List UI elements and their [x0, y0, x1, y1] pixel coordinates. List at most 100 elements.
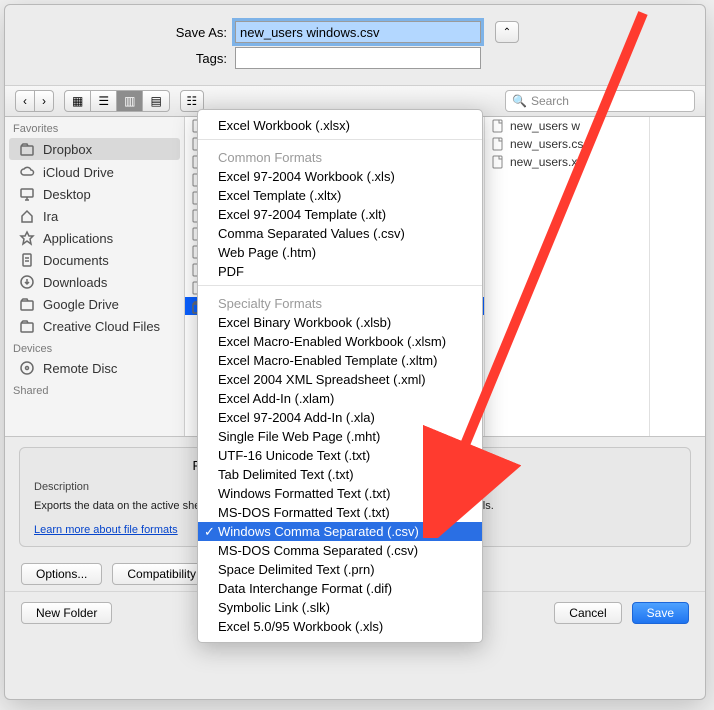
file-icon [491, 119, 505, 133]
view-icons-button[interactable]: ▦ [64, 90, 91, 112]
sidebar-item-downloads[interactable]: Downloads [5, 271, 184, 293]
format-option[interactable]: Windows Formatted Text (.txt) [198, 484, 482, 503]
folder-icon [19, 318, 35, 334]
learn-more-link[interactable]: Learn more about file formats [34, 524, 178, 536]
desktop-icon [19, 186, 35, 202]
columns-icon: ▥ [124, 94, 135, 108]
grid-icon: ▦ [72, 94, 83, 108]
folder-icon [19, 296, 35, 312]
cloud-icon [19, 164, 35, 180]
format-option[interactable]: Space Delimited Text (.prn) [198, 560, 482, 579]
disc-icon [19, 360, 35, 376]
save-dialog: Save As: ⌃ Tags: ‹ › ▦ ☰ ▥ ▤ ☷ 🔍 Search [4, 4, 706, 700]
downloads-icon [19, 274, 35, 290]
sidebar-item-desktop[interactable]: Desktop [5, 183, 184, 205]
sidebar-item-label: Downloads [43, 275, 107, 290]
sidebar-item-label: Google Drive [43, 297, 119, 312]
format-group-specialty: Specialty Formats [198, 290, 482, 313]
nav-back-button[interactable]: ‹ [15, 90, 35, 112]
sidebar-item-label: Dropbox [43, 142, 92, 157]
file-row[interactable]: new_users w [485, 117, 649, 135]
sidebar-item-applications[interactable]: Applications [5, 227, 184, 249]
sidebar: Favorites Dropbox iCloud Drive Desktop Ira A… [5, 117, 185, 436]
sidebar-item-google-drive[interactable]: Google Drive [5, 293, 184, 315]
sidebar-item-label: Ira [43, 209, 58, 224]
format-option[interactable]: Web Page (.htm) [198, 243, 482, 262]
format-option[interactable]: Data Interchange Format (.dif) [198, 579, 482, 598]
search-input[interactable]: 🔍 Search [505, 90, 695, 112]
header-fields: Save As: ⌃ Tags: [5, 5, 705, 85]
cancel-button[interactable]: Cancel [554, 602, 621, 624]
format-group-common: Common Formats [198, 144, 482, 167]
arrange-icon: ☷ [186, 94, 197, 108]
home-icon [19, 208, 35, 224]
apps-icon [19, 230, 35, 246]
collapse-button[interactable]: ⌃ [495, 21, 519, 43]
format-option[interactable]: Symbolic Link (.slk) [198, 598, 482, 617]
column-files-2: new_users w new_users.cs new_users.xl [485, 117, 650, 436]
search-placeholder: Search [531, 94, 569, 108]
file-name: new_users.cs [510, 137, 583, 151]
sidebar-item-creative-cloud-files[interactable]: Creative Cloud Files [5, 315, 184, 337]
sidebar-item-label: Remote Disc [43, 361, 117, 376]
view-list-button[interactable]: ☰ [91, 90, 117, 112]
nav-forward-button[interactable]: › [35, 90, 54, 112]
chevron-left-icon: ‹ [23, 94, 27, 108]
format-option[interactable]: Excel Binary Workbook (.xlsb) [198, 313, 482, 332]
view-coverflow-button[interactable]: ▤ [143, 90, 169, 112]
format-option[interactable]: PDF [198, 262, 482, 281]
sidebar-item-label: iCloud Drive [43, 165, 114, 180]
format-option[interactable]: Excel Template (.xltx) [198, 186, 482, 205]
format-dropdown[interactable]: Excel Workbook (.xlsx) Common Formats Ex… [197, 109, 483, 643]
format-option[interactable]: Excel 97-2004 Workbook (.xls) [198, 167, 482, 186]
sidebar-item-ira[interactable]: Ira [5, 205, 184, 227]
saveas-label: Save As: [25, 25, 235, 40]
file-row[interactable]: new_users.cs [485, 135, 649, 153]
format-option[interactable]: MS-DOS Comma Separated (.csv) [198, 541, 482, 560]
sidebar-item-label: Creative Cloud Files [43, 319, 160, 334]
format-option[interactable]: Windows Comma Separated (.csv) [198, 522, 482, 541]
tags-label: Tags: [25, 51, 235, 66]
format-option[interactable]: Excel Macro-Enabled Workbook (.xlsm) [198, 332, 482, 351]
sidebar-head-favorites: Favorites [5, 117, 184, 137]
format-option[interactable]: Tab Delimited Text (.txt) [198, 465, 482, 484]
sidebar-item-label: Documents [43, 253, 109, 268]
new-folder-button[interactable]: New Folder [21, 602, 112, 624]
format-option[interactable]: Excel Workbook (.xlsx) [198, 116, 482, 135]
file-icon [491, 155, 505, 169]
folder-icon [19, 141, 35, 157]
format-option[interactable]: Comma Separated Values (.csv) [198, 224, 482, 243]
sidebar-item-label: Desktop [43, 187, 91, 202]
doc-icon [19, 252, 35, 268]
sidebar-head-devices: Devices [5, 337, 184, 357]
file-name: new_users w [510, 119, 580, 133]
format-option[interactable]: Excel 5.0/95 Workbook (.xls) [198, 617, 482, 636]
options-button[interactable]: Options... [21, 563, 102, 585]
sidebar-item-remote-disc[interactable]: Remote Disc [5, 357, 184, 379]
view-columns-button[interactable]: ▥ [117, 90, 143, 112]
format-option[interactable]: UTF-16 Unicode Text (.txt) [198, 446, 482, 465]
sidebar-item-label: Applications [43, 231, 113, 246]
format-option[interactable]: Excel 2004 XML Spreadsheet (.xml) [198, 370, 482, 389]
format-option[interactable]: Excel 97-2004 Template (.xlt) [198, 205, 482, 224]
file-icon [491, 137, 505, 151]
file-name: new_users.xl [510, 155, 580, 169]
tags-input[interactable] [235, 47, 481, 69]
format-option[interactable]: Excel Add-In (.xlam) [198, 389, 482, 408]
list-icon: ☰ [98, 94, 109, 108]
search-icon: 🔍 [512, 94, 527, 108]
format-option[interactable]: Excel 97-2004 Add-In (.xla) [198, 408, 482, 427]
format-option[interactable]: MS-DOS Formatted Text (.txt) [198, 503, 482, 522]
chevron-right-icon: › [42, 94, 46, 108]
saveas-input[interactable] [235, 21, 481, 43]
sidebar-head-shared: Shared [5, 379, 184, 399]
chevron-up-icon: ⌃ [503, 27, 511, 38]
coverflow-icon: ▤ [150, 94, 161, 108]
sidebar-item-icloud-drive[interactable]: iCloud Drive [5, 161, 184, 183]
sidebar-item-dropbox[interactable]: Dropbox [9, 138, 180, 160]
save-button[interactable]: Save [632, 602, 689, 624]
format-option[interactable]: Excel Macro-Enabled Template (.xltm) [198, 351, 482, 370]
file-row[interactable]: new_users.xl [485, 153, 649, 171]
format-option[interactable]: Single File Web Page (.mht) [198, 427, 482, 446]
sidebar-item-documents[interactable]: Documents [5, 249, 184, 271]
